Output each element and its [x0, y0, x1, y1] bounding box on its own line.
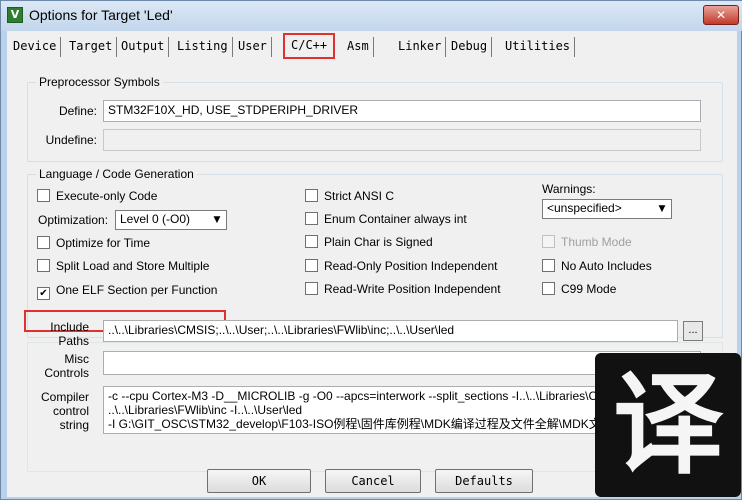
chevron-down-icon: ▼: [658, 204, 666, 214]
optimization-select[interactable]: Level 0 (-O0) ▼: [115, 210, 227, 230]
title-bar[interactable]: V Options for Target 'Led' ✕: [1, 1, 742, 31]
compiler-label-line3: string: [59, 418, 89, 432]
options-dialog: V Options for Target 'Led' ✕ Device Targ…: [0, 0, 742, 500]
one-elf-checkbox[interactable]: ✔ One ELF Section per Function: [37, 283, 218, 300]
split-load-checkbox[interactable]: Split Load and Store Multiple: [37, 259, 209, 275]
compiler-label-line1: Compiler: [40, 390, 89, 404]
tab-c-cpp[interactable]: C/C++: [283, 33, 336, 59]
tab-linker[interactable]: Linker: [394, 37, 447, 57]
tab-device[interactable]: Device: [9, 37, 62, 57]
close-button[interactable]: ✕: [703, 5, 739, 25]
rw-position-checkbox[interactable]: Read-Write Position Independent: [305, 282, 501, 298]
ro-position-label: Read-Only Position Independent: [324, 259, 498, 273]
tab-strip: Device Target Output Listing User C/C++ …: [7, 33, 737, 59]
undefine-label: Undefine:: [45, 133, 97, 147]
execute-only-label: Execute-only Code: [56, 189, 158, 203]
optimization-value: Level 0 (-O0): [120, 212, 191, 226]
checkbox-box: [37, 259, 50, 272]
checkmark-icon: ✔: [37, 287, 50, 300]
misc-label-line2: Controls: [44, 366, 89, 380]
include-label-line2: Paths: [58, 334, 89, 348]
plain-char-checkbox[interactable]: Plain Char is Signed: [305, 235, 433, 251]
undefine-field[interactable]: [103, 129, 701, 151]
tab-asm[interactable]: Asm: [343, 37, 374, 57]
one-elf-label: One ELF Section per Function: [56, 283, 218, 297]
misc-label-line1: Misc: [64, 352, 89, 366]
strict-ansi-label: Strict ANSI C: [324, 189, 395, 203]
define-label: Define:: [58, 104, 97, 118]
tab-target[interactable]: Target: [65, 37, 118, 57]
split-load-label: Split Load and Store Multiple: [56, 259, 210, 273]
checkbox-box: [305, 189, 318, 202]
chevron-down-icon: ▼: [213, 215, 221, 225]
thumb-mode-checkbox[interactable]: Thumb Mode: [542, 235, 632, 251]
checkbox-box: [37, 189, 50, 202]
include-label-line1: Include: [50, 320, 89, 334]
cancel-button[interactable]: Cancel: [325, 469, 421, 493]
keil-uvision-icon: V: [7, 7, 23, 23]
c99-mode-checkbox[interactable]: C99 Mode: [542, 282, 616, 298]
watermark-logo: 译: [595, 353, 741, 497]
enum-container-label: Enum Container always int: [324, 212, 467, 226]
tab-utilities[interactable]: Utilities: [501, 37, 576, 57]
execute-only-checkbox[interactable]: Execute-only Code: [37, 189, 157, 205]
preprocessor-group-title: Preprocessor Symbols: [36, 75, 163, 89]
checkbox-box: [542, 282, 555, 295]
window-title: Options for Target 'Led': [29, 7, 173, 23]
optimization-label: Optimization:: [38, 213, 109, 227]
checkbox-box: [37, 236, 50, 249]
checkbox-box: [542, 259, 555, 272]
tab-debug[interactable]: Debug: [447, 37, 493, 57]
c99-mode-label: C99 Mode: [561, 282, 617, 296]
checkbox-box: [542, 235, 555, 248]
strict-ansi-checkbox[interactable]: Strict ANSI C: [305, 189, 394, 205]
compiler-label-line2: control: [52, 404, 89, 418]
compiler-control-label: Compiler control string: [27, 390, 89, 432]
no-auto-includes-label: No Auto Includes: [561, 259, 652, 273]
enum-container-checkbox[interactable]: Enum Container always int: [305, 212, 467, 228]
ok-button[interactable]: OK: [207, 469, 311, 493]
define-field[interactable]: STM32F10X_HD, USE_STDPERIPH_DRIVER: [103, 100, 701, 122]
checkbox-box: [305, 212, 318, 225]
warnings-value: <unspecified>: [547, 201, 622, 215]
optimize-time-label: Optimize for Time: [56, 236, 151, 250]
misc-controls-label: Misc Controls: [27, 352, 89, 380]
checkbox-box: [305, 282, 318, 295]
ro-position-checkbox[interactable]: Read-Only Position Independent: [305, 259, 497, 275]
browse-button[interactable]: ...: [683, 321, 703, 341]
tab-user[interactable]: User: [234, 37, 272, 57]
defaults-button[interactable]: Defaults: [435, 469, 533, 493]
checkbox-box: [305, 259, 318, 272]
plain-char-label: Plain Char is Signed: [324, 235, 433, 249]
tab-listing[interactable]: Listing: [173, 37, 233, 57]
no-auto-includes-checkbox[interactable]: No Auto Includes: [542, 259, 652, 275]
warnings-label: Warnings:: [542, 182, 596, 196]
optimize-time-checkbox[interactable]: Optimize for Time: [37, 236, 150, 252]
rw-position-label: Read-Write Position Independent: [324, 282, 501, 296]
thumb-mode-label: Thumb Mode: [561, 235, 632, 249]
warnings-select[interactable]: <unspecified> ▼: [542, 199, 672, 219]
checkbox-box: [305, 235, 318, 248]
include-paths-label: Include Paths: [27, 320, 89, 348]
include-paths-field[interactable]: ..\..\Libraries\CMSIS;..\..\User;..\..\L…: [103, 320, 678, 342]
language-group-title: Language / Code Generation: [36, 167, 197, 181]
tab-output[interactable]: Output: [117, 37, 170, 57]
